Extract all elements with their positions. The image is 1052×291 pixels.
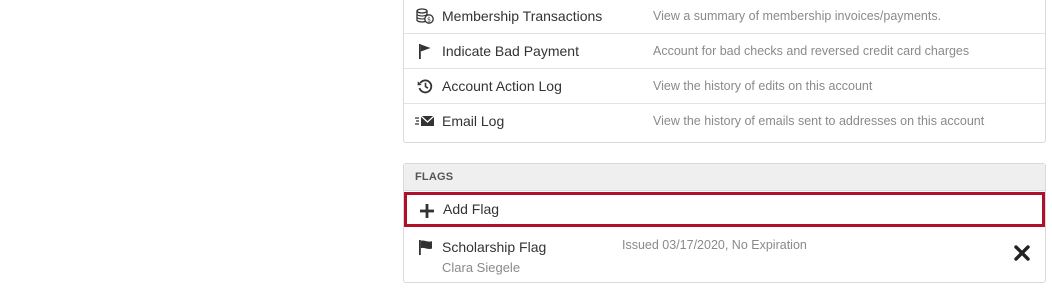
close-icon xyxy=(1014,245,1030,261)
history-icon xyxy=(415,78,435,94)
flag-name: Scholarship Flag xyxy=(442,239,547,255)
flag-icon xyxy=(415,43,435,59)
action-label: Email Log xyxy=(442,113,505,129)
account-actions-panel: $ Membership Transactions View a summary… xyxy=(403,0,1046,143)
action-label: Indicate Bad Payment xyxy=(442,43,579,59)
flag-item: Scholarship Flag Clara Siegele Issued 03… xyxy=(404,230,1045,280)
action-membership-transactions[interactable]: $ Membership Transactions View a summary… xyxy=(404,0,1045,34)
remove-flag-button[interactable] xyxy=(1013,244,1031,262)
action-indicate-bad-payment[interactable]: Indicate Bad Payment Account for bad che… xyxy=(404,34,1045,69)
action-label: Account Action Log xyxy=(442,78,562,94)
plus-icon xyxy=(419,203,435,219)
action-description: Account for bad checks and reversed cred… xyxy=(653,44,970,58)
action-description: View the history of emails sent to addre… xyxy=(653,114,985,128)
add-flag-button[interactable]: Add Flag xyxy=(404,192,1045,227)
action-account-action-log[interactable]: Account Action Log View the history of e… xyxy=(404,69,1045,104)
flags-panel: FLAGS Add Flag Scholarship Flag Clara Si… xyxy=(403,163,1046,283)
flags-header: FLAGS xyxy=(404,164,1045,191)
svg-text:$: $ xyxy=(427,16,431,23)
flag-issued: Issued 03/17/2020, No Expiration xyxy=(622,238,807,252)
action-email-log[interactable]: Email Log View the history of emails sen… xyxy=(404,104,1045,139)
coins-icon: $ xyxy=(415,8,435,24)
add-flag-label: Add Flag xyxy=(443,201,500,217)
action-description: View the history of edits on this accoun… xyxy=(653,79,873,93)
flag-person: Clara Siegele xyxy=(442,260,521,275)
email-icon xyxy=(415,113,435,129)
action-label: Membership Transactions xyxy=(442,8,603,24)
action-description: View a summary of membership invoices/pa… xyxy=(653,9,942,23)
flag-icon xyxy=(418,239,434,260)
